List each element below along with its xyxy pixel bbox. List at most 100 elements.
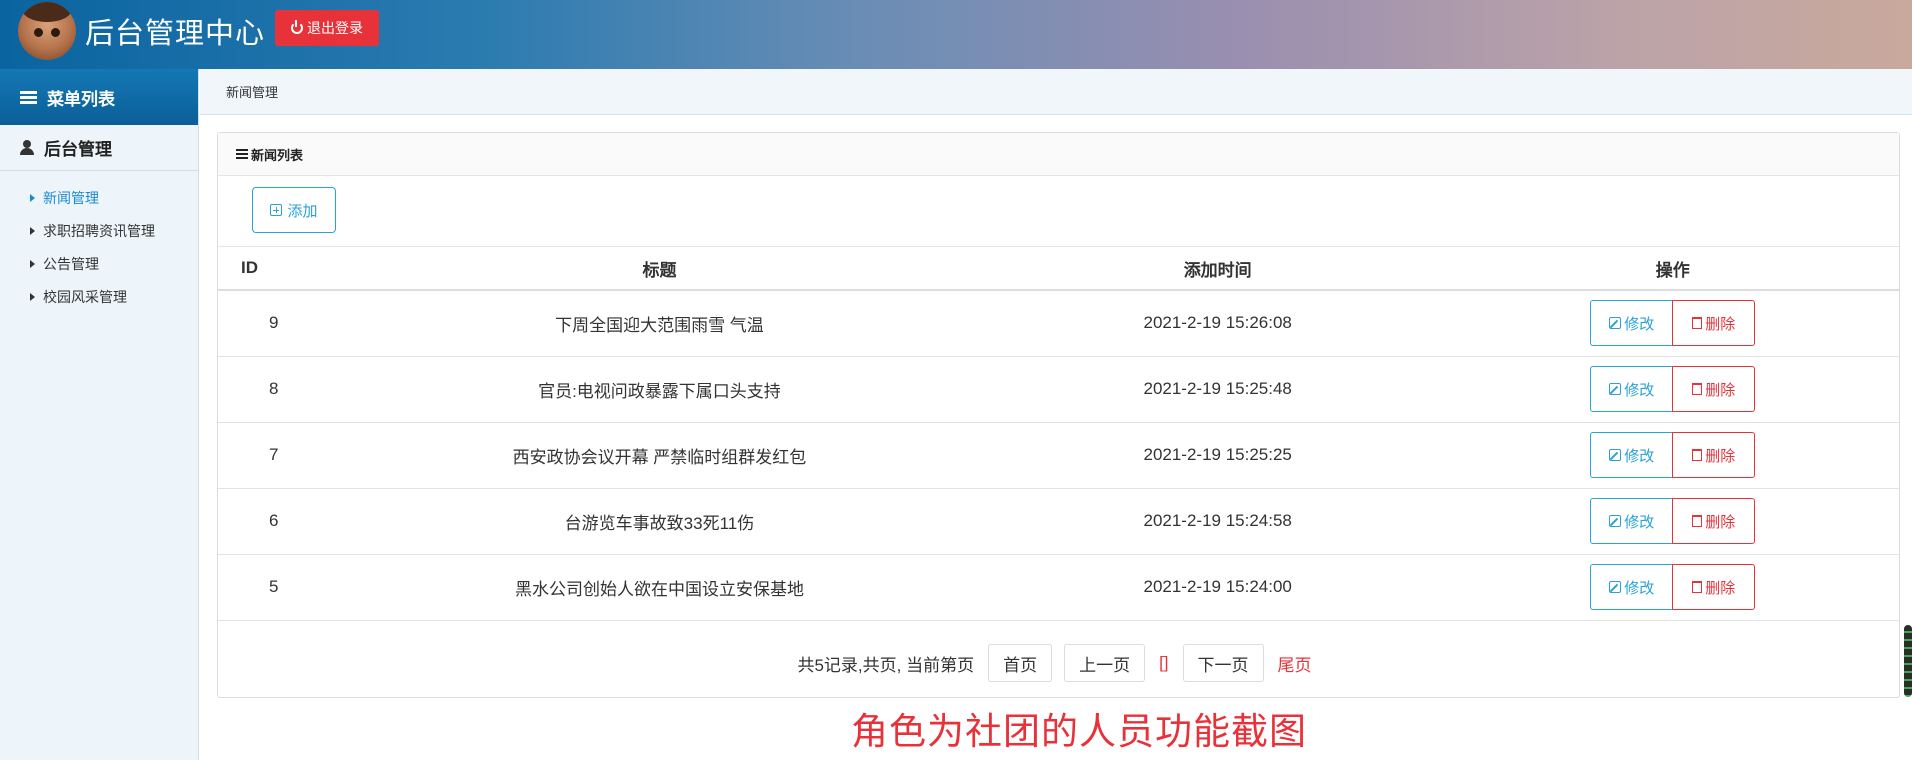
screenshot-caption: 角色为社团的人员功能截图 (851, 711, 1307, 752)
cell-title: 台游览车事故致33死11伤 (329, 488, 989, 555)
cell-actions: 修改 删除 (1446, 488, 1899, 555)
sidebar-item-campus[interactable]: 校园风采管理 (0, 280, 198, 313)
delete-label: 删除 (1705, 447, 1736, 465)
delete-button[interactable]: 删除 (1672, 498, 1756, 544)
cell-actions: 修改 删除 (1446, 422, 1899, 489)
edit-button[interactable]: 修改 (1590, 300, 1674, 347)
user-icon (20, 140, 34, 155)
table-row: 9 下周全国迎大范围雨雪 气温 2021-2-19 15:26:08 修改 删除 (218, 290, 1899, 357)
edit-icon (1609, 581, 1622, 593)
sidebar-item-label: 新闻管理 (43, 189, 99, 206)
table-header-row: ID 标题 添加时间 操作 (218, 247, 1899, 291)
next-page-button[interactable]: 下一页 (1182, 644, 1264, 682)
sidebar-items: 新闻管理 求职招聘资讯管理 公告管理 校园风采管理 (0, 171, 198, 313)
delete-button[interactable]: 删除 (1672, 564, 1756, 610)
plus-square-icon (270, 204, 283, 216)
trash-icon (1692, 383, 1703, 395)
pagination-summary: 共5记录,共页, 当前第页 (797, 655, 975, 675)
caret-right-icon (30, 292, 35, 301)
column-header-title: 标题 (329, 247, 989, 291)
table-row: 5 黑水公司创始人欲在中国设立安保基地 2021-2-19 15:24:00 修… (218, 554, 1899, 621)
logout-button[interactable]: 退出登录 (275, 10, 379, 46)
edit-label: 修改 (1624, 381, 1655, 399)
trash-icon (1692, 449, 1703, 461)
table-row: 8 官员:电视问政暴露下属口头支持 2021-2-19 15:25:48 修改 … (218, 356, 1899, 423)
cell-time: 2021-2-19 15:25:48 (988, 356, 1447, 423)
power-icon (291, 20, 303, 34)
sidebar-item-label: 校园风采管理 (43, 288, 127, 305)
delete-button[interactable]: 删除 (1672, 300, 1756, 347)
delete-label: 删除 (1705, 513, 1736, 531)
sidebar-item-label: 公告管理 (43, 255, 99, 272)
cell-id: 7 (218, 422, 330, 489)
cell-actions: 修改 删除 (1446, 554, 1899, 621)
edit-button[interactable]: 修改 (1590, 564, 1674, 610)
cell-id: 5 (218, 554, 330, 621)
table-row: 7 西安政协会议开幕 严禁临时组群发红包 2021-2-19 15:25:25 … (218, 422, 1899, 489)
table-row: 6 台游览车事故致33死11伤 2021-2-19 15:24:58 修改 删除 (218, 488, 1899, 555)
column-header-time: 添加时间 (988, 247, 1447, 291)
edit-icon (1609, 317, 1622, 330)
prev-page-button[interactable]: 上一页 (1064, 644, 1146, 682)
edit-icon (1609, 449, 1622, 461)
sidebar-item-jobs[interactable]: 求职招聘资讯管理 (0, 214, 198, 247)
delete-label: 删除 (1705, 381, 1736, 399)
last-page-link[interactable]: 尾页 (1278, 651, 1312, 676)
edit-icon (1609, 515, 1622, 527)
pagination: 共5记录,共页, 当前第页 首页 上一页 [] 下一页 尾页 (218, 628, 1899, 698)
sidebar-section-admin[interactable]: 后台管理 (0, 125, 198, 171)
cell-actions: 修改 删除 (1446, 290, 1899, 357)
menu-header-label: 菜单列表 (47, 89, 115, 109)
trash-icon (1692, 515, 1703, 527)
delete-label: 删除 (1705, 315, 1736, 333)
edit-button[interactable]: 修改 (1590, 432, 1674, 478)
menu-header: 菜单列表 (0, 69, 198, 125)
cell-title: 下周全国迎大范围雨雪 气温 (329, 290, 989, 357)
cell-title: 官员:电视问政暴露下属口头支持 (329, 356, 989, 423)
logout-label: 退出登录 (307, 20, 363, 36)
news-table: ID 标题 添加时间 操作 9 下周全国迎大范围雨雪 气温 2021-2-19 … (218, 247, 1899, 621)
top-header: 后台管理中心 退出登录 (0, 0, 1912, 69)
current-page-indicator: [] (1159, 653, 1169, 672)
cell-actions: 修改 删除 (1446, 356, 1899, 423)
caret-right-icon (30, 226, 35, 235)
add-button[interactable]: 添加 (252, 187, 336, 233)
list-icon (236, 149, 248, 159)
cell-title: 黑水公司创始人欲在中国设立安保基地 (329, 554, 989, 621)
app-title: 后台管理中心 (85, 18, 266, 50)
breadcrumb-current: 新闻管理 (226, 85, 279, 100)
scrollbar-thumb[interactable] (1904, 625, 1912, 697)
sidebar-section-label: 后台管理 (44, 140, 112, 159)
sidebar-item-label: 求职招聘资讯管理 (43, 222, 155, 239)
sidebar-item-notices[interactable]: 公告管理 (0, 247, 198, 280)
cell-time: 2021-2-19 15:26:08 (988, 290, 1447, 357)
sidebar-item-news[interactable]: 新闻管理 (0, 181, 198, 214)
toolbar: 添加 (218, 176, 1899, 247)
delete-label: 删除 (1705, 579, 1736, 597)
edit-label: 修改 (1624, 315, 1655, 333)
edit-icon (1609, 383, 1622, 395)
add-label: 添加 (287, 202, 318, 220)
trash-icon (1692, 581, 1703, 593)
breadcrumb: 新闻管理 (200, 69, 1912, 115)
sidebar: 菜单列表 后台管理 新闻管理 求职招聘资讯管理 公告管理 校园风采管理 (0, 69, 199, 760)
cell-id: 6 (218, 488, 330, 555)
cell-id: 9 (218, 290, 330, 357)
cell-title: 西安政协会议开幕 严禁临时组群发红包 (329, 422, 989, 489)
edit-label: 修改 (1624, 447, 1655, 465)
avatar (18, 2, 76, 60)
edit-button[interactable]: 修改 (1590, 498, 1674, 544)
first-page-button[interactable]: 首页 (988, 644, 1053, 682)
edit-label: 修改 (1624, 579, 1655, 597)
trash-icon (1692, 317, 1703, 330)
edit-label: 修改 (1624, 513, 1655, 531)
list-icon (20, 90, 37, 104)
edit-button[interactable]: 修改 (1590, 366, 1674, 412)
delete-button[interactable]: 删除 (1672, 366, 1756, 412)
delete-button[interactable]: 删除 (1672, 432, 1756, 478)
news-list-panel: 新闻列表 添加 ID 标题 添加时间 操作 9 下周全国迎大范围雨雪 气温 20… (217, 132, 1900, 698)
column-header-actions: 操作 (1446, 247, 1899, 291)
column-header-id: ID (218, 247, 330, 291)
cell-time: 2021-2-19 15:25:25 (988, 422, 1447, 489)
cell-time: 2021-2-19 15:24:00 (988, 554, 1447, 621)
